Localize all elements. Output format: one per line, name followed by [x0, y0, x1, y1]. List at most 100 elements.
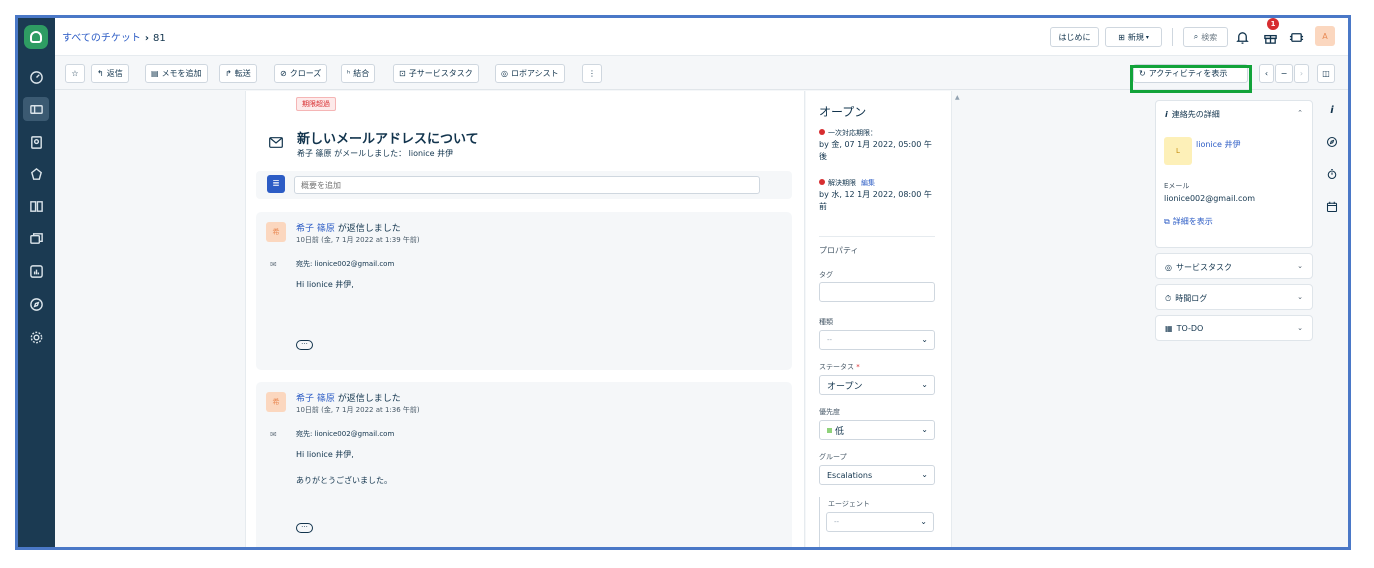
priority-select[interactable]: 低 ⌄ — [819, 420, 935, 440]
ticket-subject: 新しいメールアドレスについて — [297, 132, 479, 147]
ticket-list-button[interactable]: − — [1275, 64, 1293, 83]
contact-avatar: L — [1164, 137, 1192, 165]
compass-icon: ◎ — [1165, 263, 1172, 272]
star-button[interactable]: ☆ — [65, 64, 85, 83]
chevron-up-icon[interactable]: ⌃ — [1297, 109, 1303, 117]
stopwatch-icon[interactable] — [1324, 166, 1340, 182]
contacts-icon[interactable] — [26, 132, 46, 152]
chevron-down-icon: ⌄ — [1297, 324, 1303, 332]
message-body: Hi lionice 井伊, — [296, 278, 354, 291]
author-name[interactable]: 希子 篠原 — [296, 394, 335, 404]
summary-input[interactable] — [294, 176, 760, 194]
expand-quoted-button[interactable]: ··· — [296, 523, 313, 533]
type-value: -- — [827, 336, 833, 344]
robo-assist-button[interactable]: ◎ ロボアシスト — [495, 64, 565, 83]
search-button[interactable]: ⌕ 検索 — [1183, 27, 1228, 47]
author-name[interactable]: 希子 篠原 — [296, 224, 335, 234]
overdue-dot-icon — [819, 179, 825, 185]
group-select[interactable]: Escalations ⌄ — [819, 465, 935, 485]
freshdesk-logo-icon[interactable] — [24, 25, 48, 49]
next-ticket-button[interactable]: › — [1294, 64, 1309, 83]
robo-assist-label: ロボアシスト — [510, 69, 559, 78]
sidebar-panel-icon: ◫ — [1322, 69, 1330, 78]
apps-icon[interactable] — [1286, 27, 1306, 47]
chevron-down-icon: ⌄ — [920, 517, 927, 526]
info-icon: i — [1165, 110, 1168, 119]
agent-avatar: 希 — [266, 392, 286, 412]
breadcrumb-all-tickets[interactable]: すべてのチケット — [62, 33, 141, 44]
type-select[interactable]: -- ⌄ — [819, 330, 935, 350]
properties-panel: オープン 一次対応期限： by 金, 07 1月 2022, 05:00 午後 … — [806, 91, 952, 547]
gift-icon[interactable] — [1260, 27, 1280, 47]
more-actions-button[interactable]: ⋮ — [582, 64, 602, 83]
service-task-card[interactable]: ◎ サービスタスク ⌄ — [1155, 253, 1313, 279]
tickets-icon[interactable] — [23, 97, 49, 121]
contact-name-link[interactable]: lionice 井伊 — [1196, 139, 1241, 150]
discussions-icon[interactable] — [26, 228, 46, 248]
author-action: が返信しました — [334, 224, 401, 234]
overdue-dot-icon — [819, 129, 825, 135]
breadcrumb-ticket-id: 81 — [153, 33, 166, 44]
view-details-link[interactable]: ⧉ 詳細を表示 — [1164, 216, 1213, 227]
divider — [819, 236, 935, 237]
first-response-label: 一次対応期限： — [828, 129, 877, 137]
message-line: ありがとうございました。 — [296, 476, 392, 485]
new-button[interactable]: ⊞ 新規 ▾ — [1105, 27, 1162, 47]
required-mark: * — [856, 363, 860, 371]
time-log-card[interactable]: ⏱ 時間ログ ⌄ — [1155, 284, 1313, 310]
forward-button[interactable]: ↱ 転送 — [219, 64, 257, 83]
conversation-message: 希 希子 篠原 が返信しました 10日前 (金, 7 1月 2022 at 1:… — [256, 382, 792, 547]
priority-value: 低 — [835, 426, 845, 437]
notification-badge: 1 — [1267, 18, 1279, 30]
reply-button[interactable]: ↰ 返信 — [91, 64, 129, 83]
reply-label: 返信 — [106, 69, 123, 78]
chevron-down-icon: ⌄ — [921, 380, 928, 389]
solutions-icon[interactable] — [26, 196, 46, 216]
stopwatch-icon: ⏱ — [1165, 294, 1172, 303]
add-note-button[interactable]: ▤ メモを追加 — [145, 64, 208, 83]
getting-started-button[interactable]: はじめに — [1050, 27, 1099, 47]
todo-card[interactable]: ▦ TO-DO ⌄ — [1155, 315, 1313, 341]
breadcrumb: すべてのチケット › 81 — [62, 29, 166, 44]
child-task-button[interactable]: ⊡ 子サービスタスク — [393, 64, 479, 83]
assets-icon[interactable] — [26, 164, 46, 184]
dashboard-icon[interactable] — [26, 67, 46, 87]
conversation-pane: 期限超過 新しいメールアドレスについて 希子 篠原 がメールしました： lion… — [245, 91, 805, 547]
contact-details-header[interactable]: i 連絡先の詳細 — [1165, 109, 1220, 120]
service-task-label: サービスタスク — [1175, 263, 1232, 272]
group-label: グループ — [819, 453, 847, 461]
notification-bell-icon[interactable] — [1232, 27, 1252, 47]
status-select[interactable]: オープン ⌄ — [819, 375, 935, 395]
compass-icon[interactable] — [1324, 134, 1340, 150]
show-activity-button[interactable]: ↻ アクティビティを表示 — [1133, 64, 1248, 83]
priority-label: 優先度 — [819, 408, 840, 416]
external-link-icon: ⧉ — [1164, 217, 1170, 226]
status-label: ステータス * — [819, 362, 860, 372]
expand-quoted-button[interactable]: ··· — [296, 340, 313, 350]
tags-input[interactable] — [819, 282, 935, 302]
close-ticket-label: クローズ — [289, 69, 322, 78]
resolution-date: by 水, 12 1月 2022, 08:00 午前 — [819, 190, 932, 211]
merge-button[interactable]: ʰ 結合 — [341, 64, 376, 83]
message-line: Hi lionice 井伊, — [296, 450, 354, 459]
info-icon[interactable]: i — [1324, 102, 1340, 118]
calendar-icon[interactable] — [1324, 199, 1340, 215]
agent-label: エージェント — [828, 500, 870, 508]
merge-label: 結合 — [353, 69, 370, 78]
panel-toggle-button[interactable]: ◫ — [1317, 64, 1335, 83]
star-icon: ☆ — [71, 69, 79, 78]
resolution-edit-link[interactable]: 編集 — [861, 179, 875, 187]
email-label: Eメール — [1164, 182, 1190, 190]
agent-select[interactable]: -- ⌄ — [826, 512, 934, 532]
settings-gear-icon[interactable] — [26, 327, 46, 347]
analytics-icon[interactable] — [26, 261, 46, 281]
message-time: 10日前 (金, 7 1月 2022 at 1:36 午前) — [296, 406, 420, 414]
user-avatar[interactable]: A — [1315, 26, 1335, 46]
close-ticket-button[interactable]: ⊘ クローズ — [274, 64, 328, 83]
search-icon: ⌕ — [1193, 32, 1199, 41]
compass-icon[interactable] — [26, 294, 46, 314]
message-author: 希子 篠原 が返信しました — [296, 221, 401, 234]
message-line: Hi lionice 井伊, — [296, 280, 354, 289]
scroll-up-arrow-icon[interactable]: ▲ — [955, 94, 960, 101]
prev-ticket-button[interactable]: ‹ — [1259, 64, 1274, 83]
